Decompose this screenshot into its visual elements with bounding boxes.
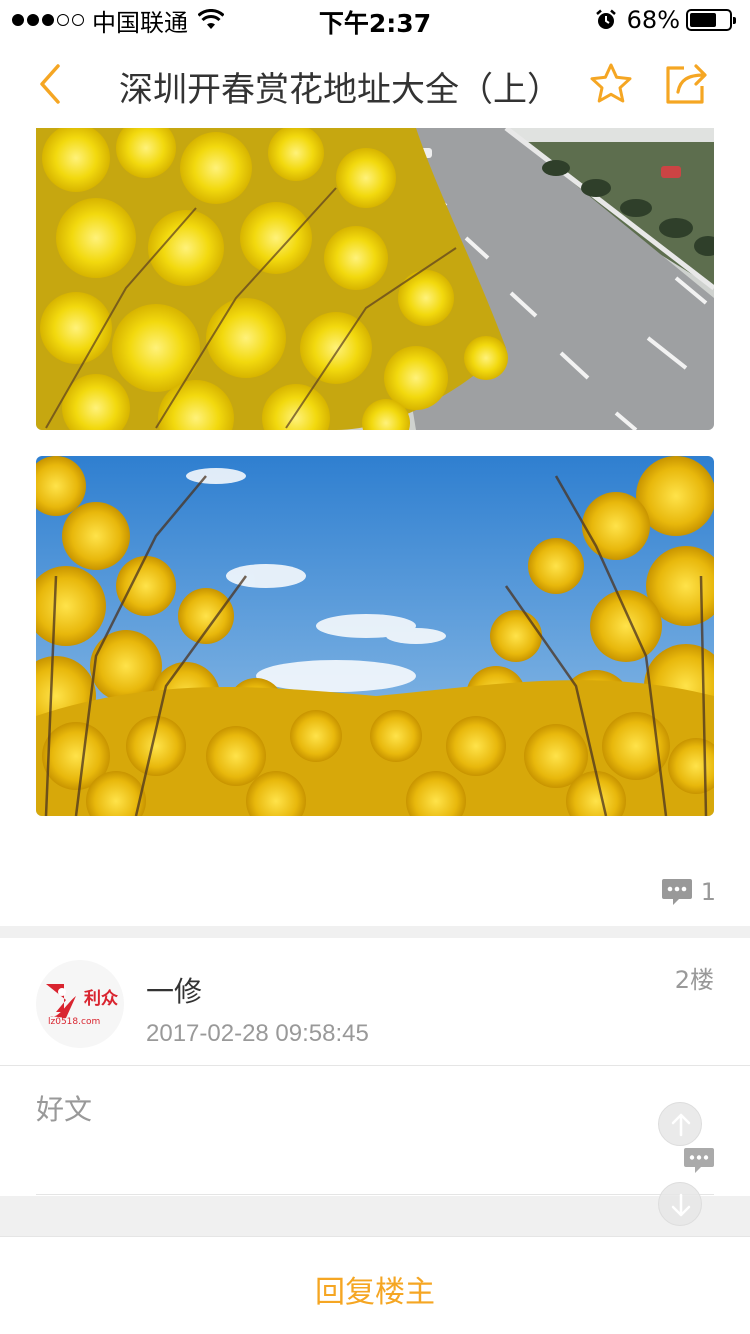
avatar-logo-subtext: lz0518.com [48,1017,100,1027]
section-separator [0,926,750,938]
chevron-left-icon[interactable] [30,62,74,106]
nav-bar: 深圳开春赏花地址大全（上） [0,40,750,128]
avatar-logo-text: 利众 [84,988,119,1009]
page-title: 深圳开春赏花地址大全（上） [119,70,561,110]
battery-icon [686,9,736,31]
status-bar: 中国联通 下午2:37 68% [0,0,750,40]
comment-count[interactable]: 1 [661,874,716,910]
comment-count-value: 1 [700,878,716,906]
battery-fill [690,13,716,27]
author-name[interactable]: 一修 [146,970,202,1010]
arrow-down-icon [671,1193,691,1217]
share-icon[interactable] [664,60,710,106]
arrow-up-icon [671,1113,691,1137]
reply-body: 好文 [36,1093,93,1126]
section-separator-bottom [0,1196,750,1236]
avatar[interactable]: 利众 lz0518.com [36,960,124,1048]
floor-number: 2楼 [674,966,714,994]
scroll-up-button[interactable] [658,1102,702,1146]
star-icon[interactable] [588,62,634,106]
battery-percent: 68% [626,6,680,34]
reply-to-op-button[interactable]: 回复楼主 [0,1267,750,1311]
post-timestamp: 2017-02-28 09:58:45 [146,1020,369,1047]
divider [36,1194,714,1195]
flowers-sky-image [36,456,714,816]
article-image-roadside-flowers[interactable] [36,128,714,430]
comment-float-icon[interactable] [683,1147,715,1175]
scroll-down-button[interactable] [658,1182,702,1226]
roadside-flowers-image [36,128,714,430]
bottom-reply-bar: 回复楼主 [0,1236,750,1334]
status-right: 68% [595,6,736,34]
comment-icon [661,879,692,905]
alarm-icon [595,9,616,29]
reply-header: 利众 lz0518.com 一修 2017-02-28 09:58:45 2楼 [0,938,750,1066]
article-image-flowers-sky[interactable] [36,456,714,816]
avatar-logo: 利众 lz0518.com [46,984,119,1027]
